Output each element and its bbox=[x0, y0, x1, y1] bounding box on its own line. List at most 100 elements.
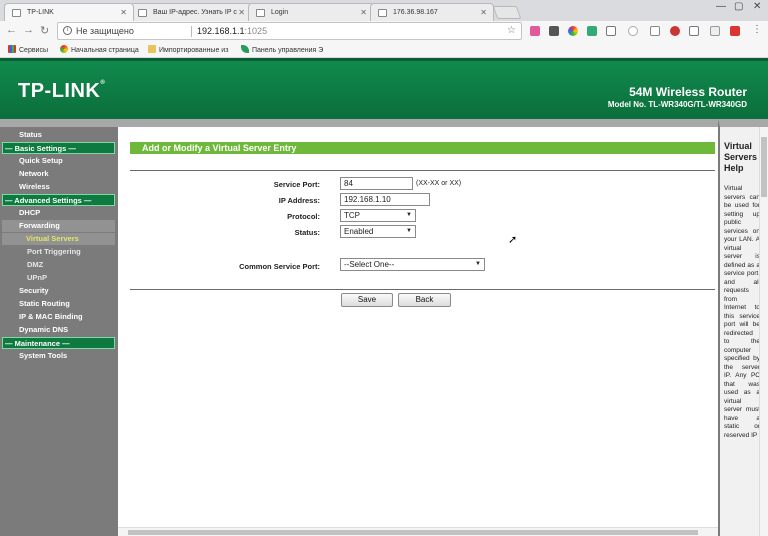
close-icon[interactable]: ✕ bbox=[360, 8, 367, 17]
extension-pink-icon[interactable] bbox=[530, 26, 540, 36]
bookmark-label: Сервисы bbox=[19, 47, 49, 54]
ip-address-input[interactable]: 192.168.1.10 bbox=[340, 193, 430, 206]
extension-box-icon[interactable] bbox=[606, 26, 616, 36]
top-band bbox=[118, 119, 718, 127]
leaf-icon bbox=[241, 45, 249, 53]
extension-green-icon[interactable] bbox=[587, 26, 597, 36]
tab-title: TP-LINK bbox=[27, 9, 54, 16]
page-icon bbox=[256, 9, 265, 17]
address-bar[interactable]: i Не защищено 192.168.1.1:1025 ☆ bbox=[57, 22, 522, 40]
sidebar-item-wireless[interactable]: Wireless bbox=[2, 181, 115, 193]
divider-top bbox=[130, 170, 715, 171]
router-header: TP-LINK® 54M Wireless Router Model No. T… bbox=[0, 58, 768, 119]
security-indicator[interactable]: Не защищено bbox=[76, 26, 134, 36]
extension-recycle-icon[interactable] bbox=[650, 26, 660, 36]
status-value: Enabled bbox=[344, 227, 374, 236]
divider bbox=[191, 26, 192, 37]
sidebar-item-ip-mac-binding[interactable]: IP & MAC Binding bbox=[2, 311, 115, 323]
sidebar-item-port-triggering[interactable]: Port Triggering bbox=[2, 246, 115, 258]
sidebar-item-forwarding[interactable]: Forwarding bbox=[2, 220, 115, 232]
page-icon bbox=[138, 9, 147, 17]
help-panel: Virtual Servers Help Virtual servers can… bbox=[718, 119, 768, 536]
help-scrollbar[interactable] bbox=[759, 127, 768, 536]
bookmark-services[interactable]: Сервисы bbox=[8, 45, 48, 54]
minimize-icon[interactable]: — bbox=[716, 1, 726, 12]
extension-red-icon[interactable] bbox=[670, 26, 680, 36]
close-icon[interactable]: ✕ bbox=[238, 8, 245, 17]
protocol-value: TCP bbox=[344, 211, 360, 220]
sidebar-item-network[interactable]: Network bbox=[2, 168, 115, 180]
service-port-input[interactable]: 84 bbox=[340, 177, 413, 190]
logo-text: TP-LINK bbox=[18, 80, 101, 102]
close-icon[interactable]: ✕ bbox=[480, 8, 487, 17]
url-text[interactable]: 192.168.1.1:1025 bbox=[197, 26, 267, 36]
tab-tplink[interactable]: TP-LINK ✕ bbox=[4, 3, 134, 21]
sidebar-item-quick-setup[interactable]: Quick Setup bbox=[2, 155, 115, 167]
dropdown-arrow-icon: ▼ bbox=[406, 228, 412, 234]
close-icon[interactable]: ✕ bbox=[120, 8, 127, 17]
reload-icon[interactable]: ↻ bbox=[40, 24, 49, 37]
service-port-hint: (XX-XX or XX) bbox=[416, 180, 462, 187]
form-title: Add or Modify a Virtual Server Entry bbox=[130, 142, 715, 154]
save-button[interactable]: Save bbox=[341, 293, 393, 307]
info-icon[interactable]: i bbox=[63, 26, 72, 35]
sidebar-item-virtual-servers[interactable]: Virtual Servers bbox=[2, 233, 115, 245]
common-service-port-value: --Select One-- bbox=[344, 260, 395, 269]
sidebar-group-basic[interactable]: — Basic Settings — bbox=[2, 142, 115, 154]
tplink-logo: TP-LINK® bbox=[18, 80, 106, 102]
tab-login[interactable]: Login ✕ bbox=[248, 3, 374, 21]
close-window-icon[interactable]: ✕ bbox=[753, 1, 761, 12]
star-icon[interactable]: ☆ bbox=[507, 25, 516, 36]
scroll-thumb[interactable] bbox=[128, 530, 698, 535]
status-label: Status: bbox=[294, 228, 320, 237]
forward-arrow-icon[interactable]: → bbox=[23, 24, 34, 36]
chrome-icon bbox=[60, 45, 68, 53]
ip-address-label: IP Address: bbox=[278, 196, 320, 205]
extension-color-icon[interactable] bbox=[568, 26, 578, 36]
status-select[interactable]: Enabled ▼ bbox=[340, 225, 416, 238]
sidebar-group-maintenance[interactable]: — Maintenance — bbox=[2, 337, 115, 349]
common-service-port-select[interactable]: --Select One-- ▼ bbox=[340, 258, 485, 271]
sidebar-group-advanced[interactable]: — Advanced Settings — bbox=[2, 194, 115, 206]
tab-title: Ваш IP-адрес. Узнать IP с bbox=[153, 9, 237, 16]
sidebar-menu: Status — Basic Settings — Quick Setup Ne… bbox=[0, 119, 118, 536]
new-tab-button[interactable] bbox=[492, 6, 522, 19]
maximize-icon[interactable]: ▢ bbox=[734, 1, 743, 12]
scroll-thumb[interactable] bbox=[761, 137, 767, 197]
sidebar-item-system-tools[interactable]: System Tools bbox=[2, 350, 115, 362]
back-arrow-icon[interactable]: ← bbox=[6, 24, 17, 36]
back-button[interactable]: Back bbox=[398, 293, 451, 307]
bookmark-label: Начальная страница bbox=[71, 47, 139, 54]
bookmarks-bar: Сервисы Начальная страница Импортированн… bbox=[0, 42, 768, 58]
product-name: 54M Wireless Router bbox=[629, 85, 747, 99]
bookmark-label: Импортированные из bbox=[159, 47, 229, 54]
page-icon bbox=[378, 9, 387, 17]
sidebar-item-dhcp[interactable]: DHCP bbox=[2, 207, 115, 219]
page-icon bbox=[12, 9, 21, 17]
extension-gray-icon[interactable] bbox=[710, 26, 720, 36]
extension-dark-icon[interactable] bbox=[549, 26, 559, 36]
sidebar-item-security[interactable]: Security bbox=[2, 285, 115, 297]
sidebar-item-status[interactable]: Status bbox=[2, 129, 115, 141]
bookmark-imported[interactable]: Импортированные из bbox=[148, 45, 228, 54]
sidebar-item-static-routing[interactable]: Static Routing bbox=[2, 298, 115, 310]
extension-snow-icon[interactable] bbox=[628, 26, 638, 36]
tab-ip-page[interactable]: 176.36.98.167 ✕ bbox=[370, 3, 494, 21]
horizontal-scrollbar[interactable] bbox=[118, 527, 718, 536]
main-content: Add or Modify a Virtual Server Entry Ser… bbox=[118, 119, 718, 536]
sidebar-item-dmz[interactable]: DMZ bbox=[2, 259, 115, 271]
model-number: Model No. TL-WR340G/TL-WR340GD bbox=[607, 100, 747, 109]
tab-title: Login bbox=[271, 9, 289, 16]
tab-ip-address[interactable]: Ваш IP-адрес. Узнать IP с ✕ bbox=[130, 3, 252, 21]
bookmark-panel[interactable]: Панель управления Э bbox=[241, 45, 323, 54]
protocol-select[interactable]: TCP ▼ bbox=[340, 209, 416, 222]
sidebar-item-dynamic-dns[interactable]: Dynamic DNS bbox=[2, 324, 115, 336]
sidebar-item-upnp[interactable]: UPnP bbox=[2, 272, 115, 284]
bookmark-label: Панель управления Э bbox=[252, 47, 324, 54]
menu-dots-icon[interactable]: ⋮ bbox=[752, 24, 762, 35]
bookmark-home[interactable]: Начальная страница bbox=[60, 45, 139, 54]
extension-pdf-icon[interactable] bbox=[730, 26, 740, 36]
protocol-label: Protocol: bbox=[287, 212, 320, 221]
extension-note-icon[interactable] bbox=[689, 26, 699, 36]
service-port-label: Service Port: bbox=[273, 180, 320, 189]
